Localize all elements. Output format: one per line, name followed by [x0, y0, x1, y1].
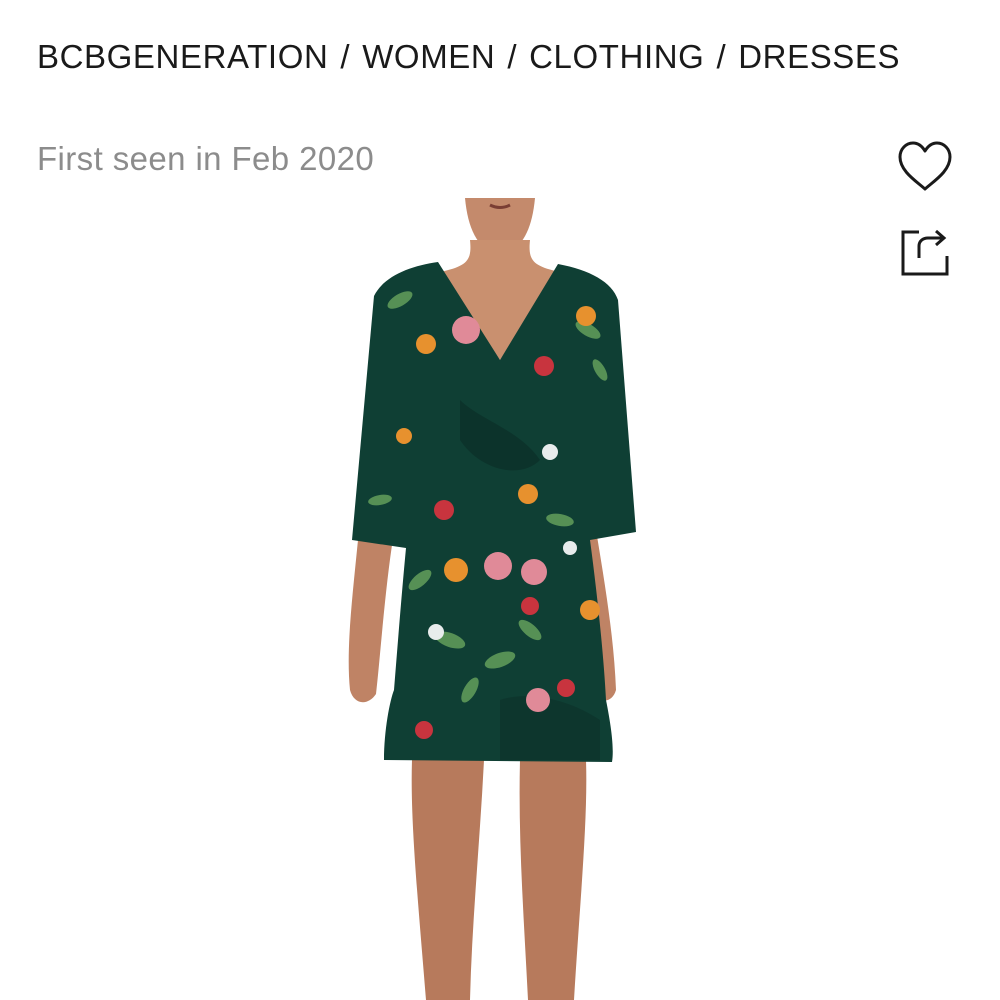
product-image[interactable] [300, 198, 700, 1000]
share-icon [901, 229, 949, 276]
breadcrumb-item-clothing[interactable]: CLOTHING [529, 38, 704, 75]
breadcrumb-item-brand[interactable]: BCBGENERATION [37, 38, 328, 75]
breadcrumb-item-dresses[interactable]: DRESSES [738, 38, 900, 75]
heart-icon [898, 141, 952, 191]
floral-dress-photo [348, 198, 636, 1000]
breadcrumb-separator: / [716, 38, 727, 75]
breadcrumb-separator: / [340, 38, 351, 75]
breadcrumb-separator: / [507, 38, 518, 75]
breadcrumb: BCBGENERATION / WOMEN / CLOTHING / DRESSES [37, 38, 900, 76]
first-seen-text: First seen in Feb 2020 [37, 140, 375, 177]
favorite-button[interactable] [896, 138, 954, 196]
share-button[interactable] [896, 224, 954, 282]
breadcrumb-item-women[interactable]: WOMEN [362, 38, 495, 75]
